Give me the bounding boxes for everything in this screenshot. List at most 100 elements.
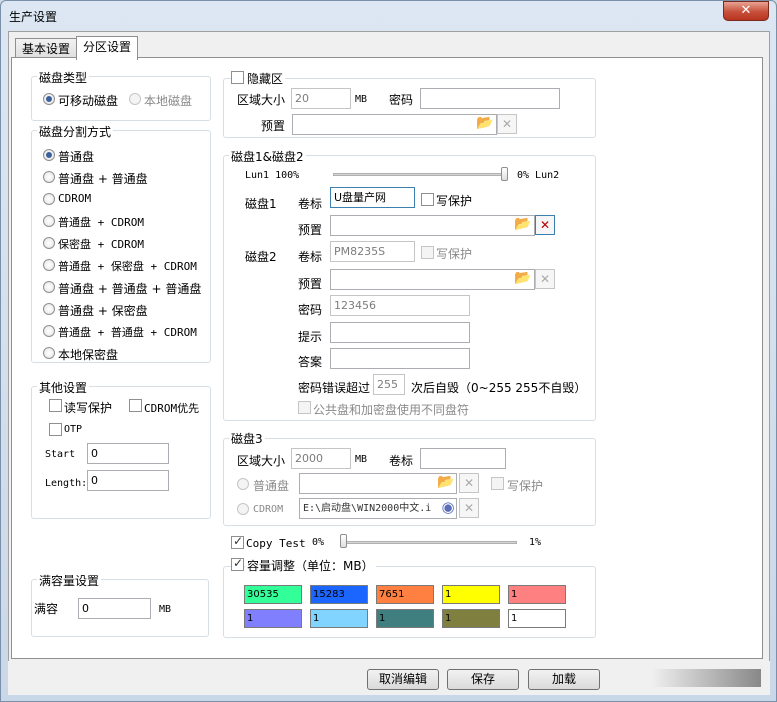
radio-partition-mode-6[interactable] (43, 281, 55, 293)
hint-input[interactable] (330, 322, 470, 343)
radio-partition-mode-9[interactable] (43, 347, 55, 359)
disk3-area-size-label: 区域大小 (237, 454, 286, 468)
disk3-normal-radio[interactable] (237, 478, 249, 490)
otp-checkbox[interactable] (49, 423, 62, 436)
footer-fade (651, 669, 761, 687)
capacity-cell[interactable]: 1 (508, 609, 566, 628)
window: 生产设置 ✕ 基本设置 分区设置 磁盘类型 可移动磁盘 本地磁盘 磁盘分割方式 … (0, 0, 777, 702)
capacity-cell[interactable]: 1 (310, 609, 368, 628)
otp-label: OTP (64, 424, 83, 435)
tab-partition-settings[interactable]: 分区设置 (76, 36, 139, 60)
cdrom-priority-checkbox[interactable] (129, 399, 142, 412)
full-capacity-label: 满容量设置 (37, 572, 102, 589)
read-write-protect-checkbox[interactable] (49, 399, 62, 412)
copy-test-label: Copy Test (246, 537, 306, 550)
disk3-cdrom-disc-icon[interactable]: ◉ (438, 498, 458, 518)
hidden-area-password-label: 密码 (389, 93, 414, 107)
radio-local-disk-label: 本地磁盘 (144, 94, 193, 108)
copy-test-right-label: 1% (529, 537, 542, 548)
disk3-normal-input[interactable] (299, 473, 457, 494)
copy-test-slider-thumb[interactable] (340, 534, 347, 548)
password-input[interactable]: 123456 (330, 295, 470, 316)
capacity-cell[interactable]: 30535 (244, 585, 302, 604)
capacity-cell[interactable]: 1 (244, 609, 302, 628)
start-input[interactable]: 0 (87, 443, 169, 464)
other-settings-label: 其他设置 (37, 379, 90, 396)
disk12-label: 磁盘1&磁盘2 (229, 148, 306, 165)
radio-partition-mode-8[interactable] (43, 325, 55, 337)
hidden-preset-folder-icon[interactable]: 📂 (475, 114, 495, 134)
disk2-preset-folder-icon[interactable]: 📂 (513, 269, 533, 289)
disk3-cdrom-label: CDROM (253, 504, 284, 515)
copy-test-left-label: 0% (312, 537, 325, 548)
disk1-preset-input[interactable] (330, 215, 535, 236)
cdrom-priority-label: CDROM优先 (144, 402, 200, 415)
capacity-checkbox[interactable] (231, 556, 244, 571)
hidden-area-password-input[interactable] (420, 88, 560, 109)
radio-partition-mode-label: 普通盘 + 普通盘 + CDROM (58, 326, 197, 339)
disk3-area-size-input[interactable]: 2000 (291, 448, 351, 469)
disk3-cdrom-clear-icon[interactable]: ✕ (459, 498, 479, 518)
radio-partition-mode-1[interactable] (43, 171, 55, 183)
password-error-label: 密码错误超过 (298, 381, 371, 395)
disk1-preset-folder-icon[interactable]: 📂 (513, 215, 533, 235)
radio-partition-mode-5[interactable] (43, 259, 55, 271)
disk3-label: 磁盘3 (229, 430, 265, 447)
hidden-preset-clear-icon[interactable]: ✕ (497, 114, 517, 134)
partition-mode-label: 磁盘分割方式 (37, 123, 114, 140)
public-encrypted-checkbox[interactable] (298, 401, 311, 414)
answer-label: 答案 (298, 355, 323, 369)
capacity-cell[interactable]: 1 (508, 585, 566, 604)
disk3-volume-input[interactable] (420, 448, 506, 469)
disk1-preset-clear-icon[interactable]: ✕ (535, 215, 555, 235)
hidden-area-checkbox[interactable] (231, 71, 244, 84)
save-button[interactable]: 保存 (447, 669, 519, 690)
capacity-cell[interactable]: 15283 (310, 585, 368, 604)
disk2-write-protect-checkbox[interactable] (421, 246, 434, 259)
hidden-area-preset-input[interactable] (292, 114, 497, 135)
length-input[interactable]: 0 (87, 470, 169, 491)
disk3-cdrom-input[interactable]: E:\启动盘\WIN2000中文.i (299, 498, 457, 519)
radio-partition-mode-4[interactable] (43, 237, 55, 249)
radio-partition-mode-3[interactable] (43, 215, 55, 227)
hidden-area-preset-label: 预置 (261, 119, 286, 133)
radio-partition-mode-7[interactable] (43, 303, 55, 315)
radio-removable-disk[interactable] (43, 93, 55, 105)
password-error-input[interactable]: 255 (373, 374, 405, 395)
disk3-normal-clear-icon[interactable]: ✕ (459, 473, 479, 493)
disk1-preset-label: 预置 (298, 223, 323, 237)
capacity-cell[interactable]: 1 (442, 609, 500, 628)
lun1-label: Lun1 100% (245, 170, 300, 181)
lun2-label: 0% Lun2 (517, 170, 560, 181)
disk2-volume-input[interactable]: PM8235S (330, 241, 415, 262)
copy-test-slider-track[interactable] (341, 541, 517, 544)
disk1-volume-input[interactable]: U盘量产网 (330, 187, 415, 208)
full-capacity-input[interactable]: 0 (78, 598, 151, 619)
capacity-cell[interactable]: 1 (442, 585, 500, 604)
radio-partition-mode-2[interactable] (43, 193, 55, 205)
disk3-cdrom-radio[interactable] (237, 503, 249, 515)
lun-slider-track[interactable] (333, 173, 505, 176)
disk-type-label: 磁盘类型 (37, 69, 90, 86)
disk2-preset-input[interactable] (330, 269, 535, 290)
radio-partition-mode-0[interactable] (43, 149, 55, 161)
lun-slider-thumb[interactable] (501, 167, 508, 181)
capacity-cell[interactable]: 1 (376, 609, 434, 628)
password-error-suffix: 次后自毁（0~255 255不自毁） (411, 381, 587, 395)
answer-input[interactable] (330, 348, 470, 369)
hidden-area-size-label: 区域大小 (237, 93, 286, 107)
hidden-area-size-input[interactable]: 20 (291, 88, 351, 109)
disk1-write-protect-checkbox[interactable] (421, 193, 434, 206)
capacity-cell[interactable]: 7651 (376, 585, 434, 604)
disk3-normal-folder-icon[interactable]: 📂 (436, 473, 456, 493)
copy-test-checkbox[interactable] (231, 534, 244, 549)
load-button[interactable]: 加载 (528, 669, 600, 690)
disk3-write-protect-checkbox[interactable] (491, 477, 504, 490)
cancel-edit-button[interactable]: 取消编辑 (367, 669, 439, 690)
close-button[interactable]: ✕ (723, 1, 769, 21)
disk3-volume-label: 卷标 (389, 454, 414, 468)
radio-local-disk[interactable] (129, 93, 141, 105)
close-icon: ✕ (740, 3, 752, 18)
disk2-preset-clear-icon[interactable]: ✕ (535, 269, 555, 289)
disk3-unit: MB (355, 454, 368, 465)
